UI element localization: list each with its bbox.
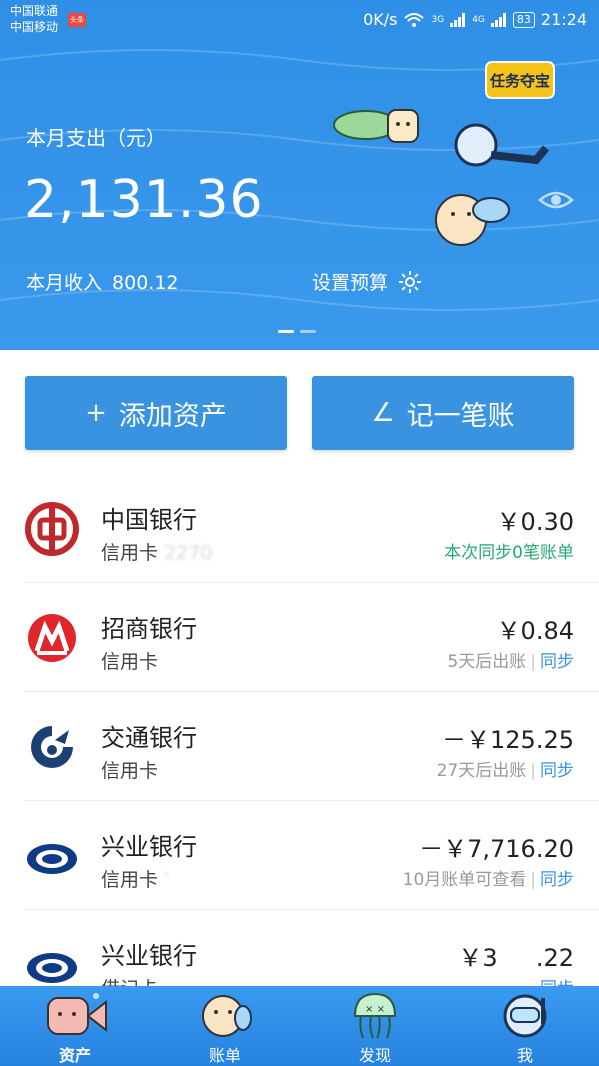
masked-card-number: 2270 bbox=[164, 542, 213, 564]
nav-label: 我 bbox=[516, 1046, 533, 1065]
card-type: 信用卡 bbox=[101, 651, 159, 673]
bank-name: 招商银行 bbox=[101, 615, 197, 643]
battery-icon: 83 bbox=[512, 11, 535, 28]
status-bar: 中国联通 中国移动 头条 0K/s 3G 4G 83 21:24 bbox=[0, 0, 599, 44]
bank-name: 交通银行 bbox=[101, 724, 197, 752]
bank-name: 兴业银行 bbox=[101, 942, 197, 970]
eye-icon[interactable] bbox=[538, 186, 574, 214]
action-bar: + 添加资产 ∠ 记一笔账 bbox=[25, 376, 574, 450]
cib-logo-icon bbox=[27, 844, 77, 874]
cib-logo-icon bbox=[27, 953, 77, 983]
account-balance: ￥0.84 bbox=[496, 617, 574, 645]
bottom-navigation: 资产 账单 × × 发现 我 bbox=[0, 986, 599, 1066]
signal-icon bbox=[490, 12, 506, 27]
nav-label: 资产 bbox=[58, 1046, 91, 1065]
account-row[interactable]: 招商银行 信用卡 ￥0.84 5天后出账 | 同步 bbox=[25, 583, 599, 692]
carrier-info: 中国联通 中国移动 bbox=[10, 3, 58, 35]
bocom-logo-icon bbox=[31, 726, 73, 768]
card-type: 信用卡 ' bbox=[101, 869, 170, 891]
fish-mascot-icon bbox=[47, 993, 107, 1035]
account-balance: －￥7,716.20 bbox=[419, 835, 574, 863]
budget-label: 设置预算 bbox=[312, 272, 389, 294]
carrier-line-1: 中国联通 bbox=[10, 4, 59, 18]
page-dot-1 bbox=[278, 330, 294, 333]
pufferfish-mascot-icon bbox=[202, 995, 252, 1037]
network-speed: 0K/s bbox=[363, 10, 398, 29]
add-asset-button[interactable]: + 添加资产 bbox=[25, 376, 287, 450]
record-entry-label: 记一笔账 bbox=[406, 400, 515, 432]
billing-date-text: 27天后出账 bbox=[436, 761, 527, 781]
nav-bills[interactable]: 账单 bbox=[150, 986, 300, 1066]
status-indicators: 0K/s 3G 4G 83 21:24 bbox=[363, 10, 587, 29]
account-list: 中国银行 信用卡 2270 ￥0.30 本次同步0笔账单 招商银行 信用卡 ￥0… bbox=[0, 474, 599, 1019]
signal-3g-label: 3G bbox=[431, 14, 445, 25]
month-expense-amount: 2,131.36 bbox=[24, 170, 264, 230]
account-row[interactable]: 中国银行 信用卡 2270 ￥0.30 本次同步0笔账单 bbox=[25, 474, 599, 583]
account-status: 本次同步0笔账单 bbox=[444, 538, 574, 563]
masked-card-number: ' bbox=[164, 869, 170, 891]
bank-name: 中国银行 bbox=[101, 506, 197, 534]
account-balance: －￥125.25 bbox=[442, 726, 574, 754]
carrier-line-2: 中国移动 bbox=[10, 20, 59, 34]
account-status: 10月账单可查看 | 同步 bbox=[403, 865, 574, 890]
boc-logo-icon bbox=[25, 502, 79, 556]
app-notification-icon: 头条 bbox=[68, 13, 86, 27]
add-asset-label: 添加资产 bbox=[118, 400, 227, 432]
page-indicator bbox=[278, 330, 316, 333]
sync-link[interactable]: 同步 bbox=[540, 870, 574, 890]
bank-name: 兴业银行 bbox=[101, 833, 197, 861]
signal-icon bbox=[450, 12, 466, 27]
account-row[interactable]: 交通银行 信用卡 －￥125.25 27天后出账 | 同步 bbox=[25, 692, 599, 801]
month-income: 本月收入 800.12 bbox=[26, 268, 179, 295]
record-entry-button[interactable]: ∠ 记一笔账 bbox=[312, 376, 574, 450]
nav-assets[interactable]: 资产 bbox=[0, 986, 150, 1066]
nav-discover[interactable]: × × 发现 bbox=[300, 986, 450, 1066]
card-type: 信用卡 2270 bbox=[101, 542, 213, 564]
separator: | bbox=[530, 870, 536, 890]
sync-link[interactable]: 同步 bbox=[540, 761, 574, 781]
svg-text:× ×: × × bbox=[365, 1004, 385, 1015]
cmb-logo-icon bbox=[28, 614, 76, 662]
mascot-illustration bbox=[333, 109, 550, 246]
plus-icon: + bbox=[85, 398, 107, 428]
nav-me[interactable]: 我 bbox=[450, 986, 599, 1066]
pen-icon: ∠ bbox=[371, 398, 395, 428]
billing-date-text: 10月账单可查看 bbox=[402, 870, 527, 890]
account-balance: ￥3 .22 bbox=[458, 944, 574, 972]
account-status: 27天后出账 | 同步 bbox=[437, 756, 574, 781]
signal-4g-label: 4G bbox=[472, 14, 485, 25]
gear-icon bbox=[399, 270, 422, 293]
separator: | bbox=[530, 652, 536, 672]
jellyfish-mascot-icon: × × bbox=[353, 992, 397, 1039]
card-type: 信用卡 bbox=[101, 760, 159, 782]
task-treasure-icon: 任务夺宝 bbox=[485, 61, 555, 99]
header-panel: 中国联通 中国移动 头条 0K/s 3G 4G 83 21:24 任务夺宝 本月… bbox=[0, 0, 599, 350]
clock: 21:24 bbox=[540, 10, 587, 29]
billing-date-text: 5天后出账 bbox=[447, 652, 527, 672]
account-balance: ￥0.30 bbox=[496, 508, 574, 536]
account-status: 5天后出账 | 同步 bbox=[447, 647, 574, 672]
nav-label: 发现 bbox=[358, 1046, 391, 1065]
page-dot-2 bbox=[300, 330, 316, 333]
separator: | bbox=[530, 761, 536, 781]
income-label: 本月收入 bbox=[26, 272, 103, 294]
nav-label: 账单 bbox=[208, 1046, 241, 1065]
task-treasure-text: 任务夺宝 bbox=[489, 72, 550, 90]
set-budget-button[interactable]: 设置预算 bbox=[312, 268, 422, 295]
account-row[interactable]: 兴业银行 信用卡 ' －￥7,716.20 10月账单可查看 | 同步 bbox=[25, 801, 599, 910]
sync-link[interactable]: 同步 bbox=[540, 652, 574, 672]
diver-mascot-icon bbox=[503, 994, 547, 1038]
sync-result-text: 本次同步0笔账单 bbox=[444, 543, 574, 563]
income-amount: 800.12 bbox=[112, 272, 179, 294]
month-expense-label: 本月支出（元） bbox=[26, 126, 166, 150]
wifi-icon bbox=[404, 12, 425, 27]
